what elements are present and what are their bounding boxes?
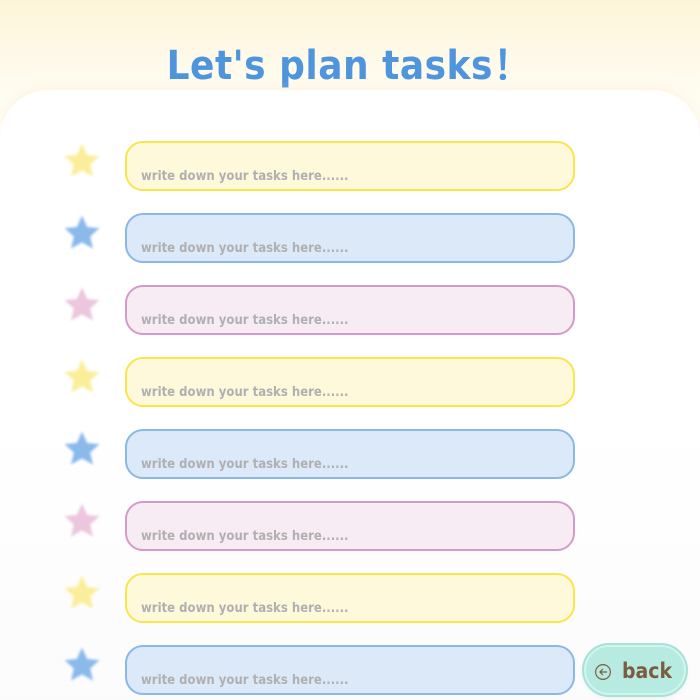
star-shape bbox=[64, 143, 100, 177]
arrow-left-circle-icon bbox=[594, 663, 612, 681]
star-icon bbox=[62, 645, 102, 685]
star-shape bbox=[64, 215, 100, 249]
star-shape bbox=[64, 503, 100, 537]
star-icon bbox=[62, 213, 102, 253]
task-row bbox=[0, 357, 700, 409]
star-shape bbox=[64, 575, 100, 609]
task-input[interactable] bbox=[125, 285, 575, 335]
task-row bbox=[0, 285, 700, 337]
task-row bbox=[0, 573, 700, 625]
task-input[interactable] bbox=[125, 213, 575, 263]
star-icon bbox=[62, 141, 102, 181]
task-row bbox=[0, 141, 700, 193]
task-row bbox=[0, 501, 700, 553]
task-input[interactable] bbox=[125, 501, 575, 551]
task-row bbox=[0, 213, 700, 265]
star-icon bbox=[62, 429, 102, 469]
star-icon bbox=[62, 573, 102, 613]
task-input[interactable] bbox=[125, 429, 575, 479]
back-button[interactable]: back bbox=[584, 645, 686, 695]
task-row bbox=[0, 429, 700, 481]
task-input[interactable] bbox=[125, 573, 575, 623]
star-shape bbox=[64, 431, 100, 465]
star-icon bbox=[62, 285, 102, 325]
task-input[interactable] bbox=[125, 645, 575, 695]
task-input[interactable] bbox=[125, 357, 575, 407]
task-input[interactable] bbox=[125, 141, 575, 191]
star-icon bbox=[62, 357, 102, 397]
star-shape bbox=[64, 287, 100, 321]
star-icon bbox=[62, 501, 102, 541]
star-shape bbox=[64, 359, 100, 393]
back-button-label: back bbox=[622, 659, 673, 683]
star-shape bbox=[64, 647, 100, 681]
page-title: Let's plan tasks！ bbox=[166, 43, 534, 89]
